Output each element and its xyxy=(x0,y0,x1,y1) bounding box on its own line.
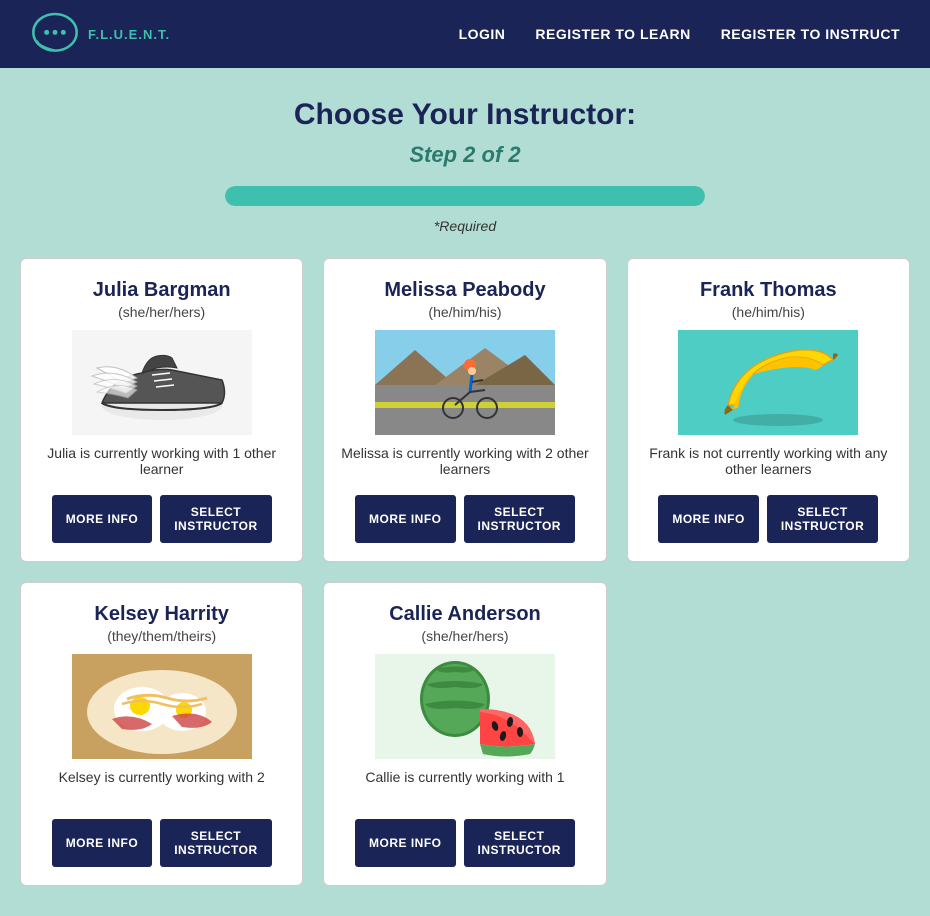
required-label: *Required xyxy=(434,218,496,234)
instructor-card-kelsey: Kelsey Harrity (they/them/theirs) xyxy=(20,582,303,886)
watermelon-icon xyxy=(375,654,555,759)
select-button-callie[interactable]: SELECTINSTRUCTOR xyxy=(464,819,575,867)
instructor-pronouns-julia: (she/her/hers) xyxy=(118,304,205,320)
banana-icon xyxy=(678,330,858,435)
instructor-name-kelsey: Kelsey Harrity xyxy=(94,603,229,626)
instructor-name-julia: Julia Bargman xyxy=(93,279,231,302)
instructor-status-julia: Julia is currently working with 1 other … xyxy=(36,445,287,481)
instructor-card-frank: Frank Thomas (he/him/his) Frank is not c… xyxy=(627,258,910,562)
more-info-button-kelsey[interactable]: MORE INFO xyxy=(52,819,153,867)
instructor-image-kelsey xyxy=(72,654,252,759)
page-title: Choose Your Instructor: xyxy=(294,98,636,132)
food-icon xyxy=(72,654,252,759)
register-learn-link[interactable]: REGISTER TO LEARN xyxy=(535,26,690,42)
main-content: Choose Your Instructor: Step 2 of 2 *Req… xyxy=(0,68,930,916)
main-nav: LOGIN REGISTER TO LEARN REGISTER TO INST… xyxy=(459,26,900,42)
instructor-status-callie: Callie is currently working with 1 xyxy=(365,769,564,805)
card-buttons-frank: MORE INFO SELECTINSTRUCTOR xyxy=(658,495,878,543)
select-button-melissa[interactable]: SELECTINSTRUCTOR xyxy=(464,495,575,543)
instructor-name-callie: Callie Anderson xyxy=(389,603,541,626)
instructor-image-frank xyxy=(678,330,858,435)
more-info-button-melissa[interactable]: MORE INFO xyxy=(355,495,456,543)
instructor-name-melissa: Melissa Peabody xyxy=(384,279,545,302)
instructor-card-melissa: Melissa Peabody (he/him/his) xyxy=(323,258,606,562)
card-buttons-kelsey: MORE INFO SELECTINSTRUCTOR xyxy=(52,819,272,867)
logo-icon xyxy=(30,9,80,59)
instructor-pronouns-kelsey: (they/them/theirs) xyxy=(107,628,216,644)
instructor-pronouns-melissa: (he/him/his) xyxy=(428,304,501,320)
site-header: F.L.U.E.N.T. LOGIN REGISTER TO LEARN REG… xyxy=(0,0,930,68)
more-info-button-julia[interactable]: MORE INFO xyxy=(52,495,153,543)
logo-area: F.L.U.E.N.T. xyxy=(30,9,170,59)
progress-bar-container xyxy=(225,186,705,206)
instructor-pronouns-callie: (she/her/hers) xyxy=(421,628,508,644)
instructor-image-julia xyxy=(72,330,252,435)
instructors-grid: Julia Bargman (she/her/hers) xyxy=(20,258,910,886)
select-button-kelsey[interactable]: SELECTINSTRUCTOR xyxy=(160,819,271,867)
instructor-card-julia: Julia Bargman (she/her/hers) xyxy=(20,258,303,562)
progress-bar-fill xyxy=(225,186,705,206)
more-info-button-frank[interactable]: MORE INFO xyxy=(658,495,759,543)
card-buttons-melissa: MORE INFO SELECTINSTRUCTOR xyxy=(355,495,575,543)
register-instruct-link[interactable]: REGISTER TO INSTRUCT xyxy=(721,26,900,42)
instructor-image-callie xyxy=(375,654,555,759)
card-buttons-julia: MORE INFO SELECTINSTRUCTOR xyxy=(52,495,272,543)
shoe-icon xyxy=(82,338,242,428)
instructor-image-melissa xyxy=(375,330,555,435)
select-button-frank[interactable]: SELECTINSTRUCTOR xyxy=(767,495,878,543)
step-label: Step 2 of 2 xyxy=(409,142,520,168)
logo-text: F.L.U.E.N.T. xyxy=(88,27,170,42)
instructor-pronouns-frank: (he/him/his) xyxy=(732,304,805,320)
cyclist-icon xyxy=(375,330,555,435)
instructor-name-frank: Frank Thomas xyxy=(700,279,837,302)
instructor-status-kelsey: Kelsey is currently working with 2 xyxy=(59,769,265,805)
select-button-julia[interactable]: SELECTINSTRUCTOR xyxy=(160,495,271,543)
card-buttons-callie: MORE INFO SELECTINSTRUCTOR xyxy=(355,819,575,867)
more-info-button-callie[interactable]: MORE INFO xyxy=(355,819,456,867)
instructor-status-frank: Frank is not currently working with any … xyxy=(643,445,894,481)
instructor-status-melissa: Melissa is currently working with 2 othe… xyxy=(339,445,590,481)
login-link[interactable]: LOGIN xyxy=(459,26,506,42)
instructor-card-callie: Callie Anderson (she/her/hers) xyxy=(323,582,606,886)
